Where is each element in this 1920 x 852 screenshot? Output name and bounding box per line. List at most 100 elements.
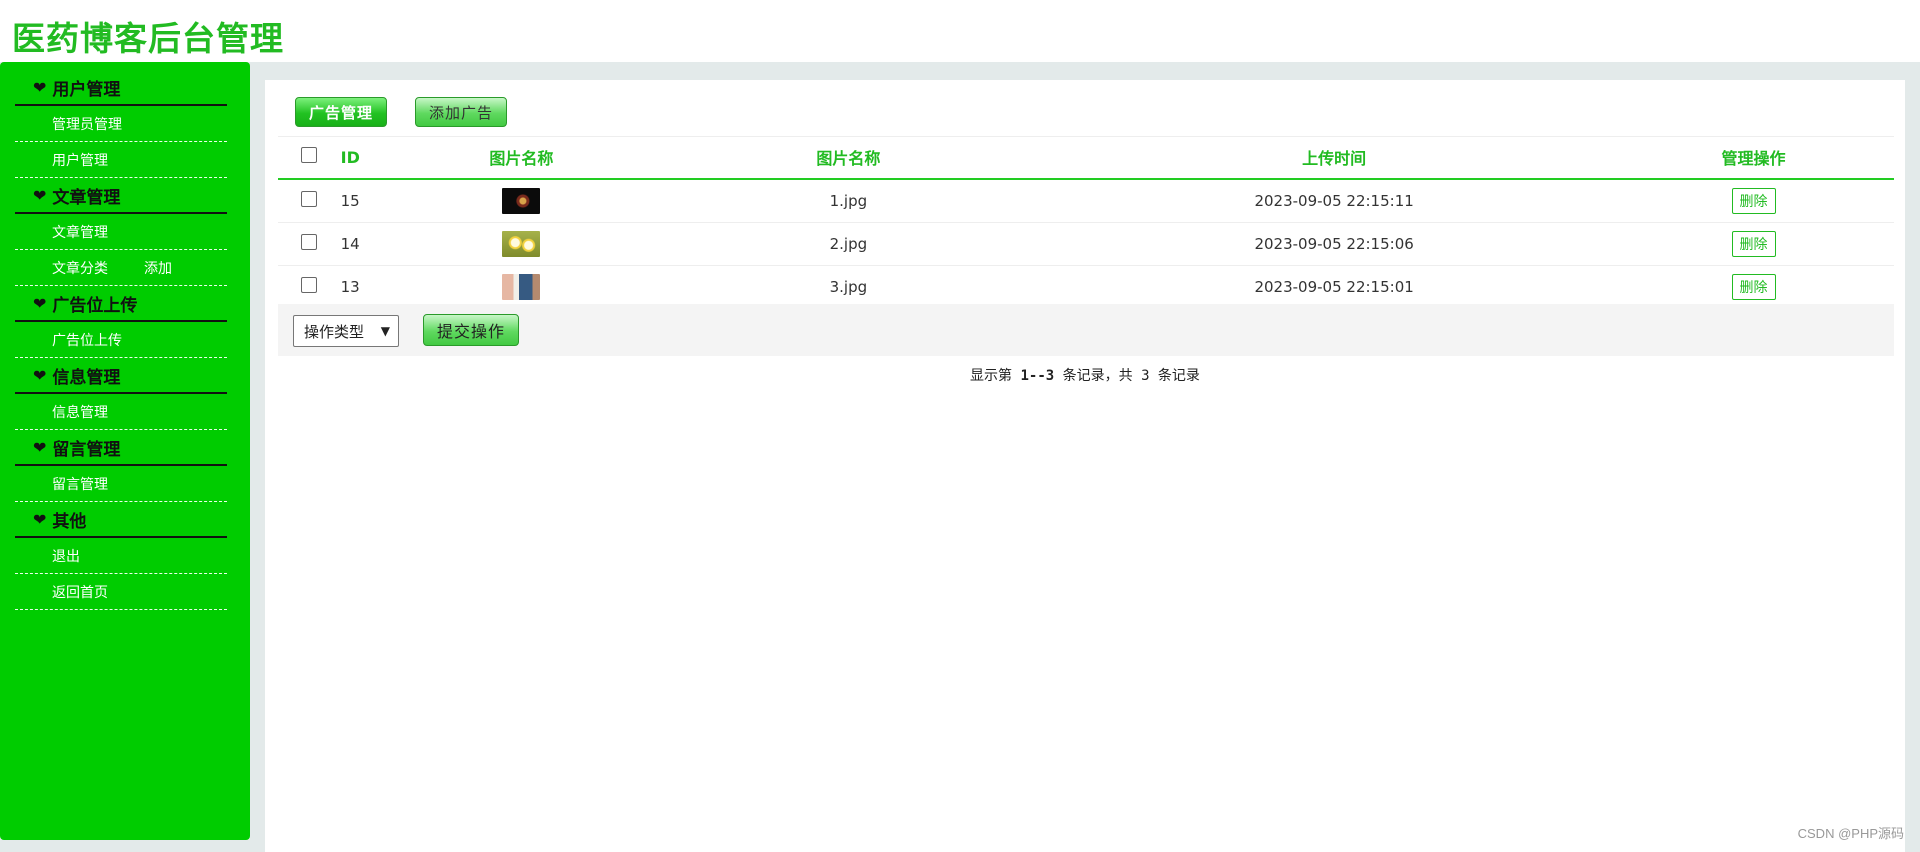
row-id: 14: [339, 222, 402, 266]
add-ad-button[interactable]: 添加广告: [415, 97, 507, 127]
sidebar-item-label: 广告位上传: [52, 332, 122, 349]
select-value: 操作类型: [304, 322, 365, 341]
heart-icon: ❤: [33, 365, 47, 385]
menu-group-header[interactable]: ❤ 留言管理: [15, 430, 227, 466]
sidebar-item-message-management[interactable]: 留言管理: [15, 466, 227, 502]
menu-group-other: ❤ 其他 退出 返回首页: [0, 502, 250, 610]
heart-icon: ❤: [33, 509, 47, 529]
sidebar-item-article-management[interactable]: 文章管理: [15, 214, 227, 250]
menu-group-header[interactable]: ❤ 其他: [15, 502, 227, 538]
menu-group-header[interactable]: ❤ 信息管理: [15, 358, 227, 394]
menu-group-user: ❤ 用户管理 管理员管理 用户管理: [0, 70, 250, 178]
table-row: 14 2.jpg 2023-09-05 22:15:06 删除: [278, 222, 1894, 266]
table-row: 13 3.jpg 2023-09-05 22:15:01 删除: [278, 265, 1894, 309]
menu-group-header[interactable]: ❤ 文章管理: [15, 178, 227, 214]
delete-button[interactable]: 删除: [1731, 188, 1776, 214]
pagination-total: 3: [1141, 368, 1150, 384]
menu-group-header[interactable]: ❤ 广告位上传: [15, 286, 227, 322]
watermark: CSDN @PHP源码: [1797, 826, 1904, 841]
menu-group-title: 其他: [52, 511, 87, 532]
row-ops-cell: 删除: [1613, 222, 1894, 266]
sidebar-item-user-management[interactable]: 用户管理: [15, 142, 227, 178]
row-image-name: 1.jpg: [641, 179, 1056, 223]
row-image-name: 3.jpg: [641, 265, 1056, 309]
sidebar-item-label: 文章管理: [52, 224, 108, 241]
menu-group-title: 用户管理: [52, 79, 121, 100]
add-category-link[interactable]: 添加: [144, 258, 172, 278]
submit-operation-button[interactable]: 提交操作: [423, 314, 519, 346]
app-title: 医药博客后台管理: [12, 19, 284, 58]
row-upload-time: 2023-09-05 22:15:11: [1055, 179, 1613, 223]
thumbnail-image: [502, 274, 541, 300]
menu-group-ad-upload: ❤ 广告位上传 广告位上传: [0, 286, 250, 358]
toolbar: 广告管理 添加广告: [295, 97, 507, 127]
row-thumbnail-cell: [401, 222, 642, 266]
header-name: 图片名称: [641, 136, 1056, 180]
header-operations: 管理操作: [1613, 136, 1894, 180]
header-image: 图片名称: [401, 136, 642, 180]
select-all-checkbox[interactable]: [300, 147, 317, 163]
pagination-prefix: 显示第: [970, 368, 1021, 384]
menu-group-message: ❤ 留言管理 留言管理: [0, 430, 250, 502]
menu-group-header[interactable]: ❤ 用户管理: [15, 70, 227, 106]
sidebar-item-logout[interactable]: 退出: [15, 538, 227, 574]
menu-group-title: 留言管理: [52, 439, 121, 460]
row-id: 13: [339, 265, 402, 309]
sidebar-item-admin-management[interactable]: 管理员管理: [15, 106, 227, 142]
sidebar-item-label: 退出: [52, 548, 80, 565]
delete-button[interactable]: 删除: [1731, 231, 1776, 257]
delete-button[interactable]: 删除: [1731, 274, 1776, 300]
pagination-suffix: 条记录: [1149, 368, 1200, 384]
menu-group-title: 文章管理: [52, 187, 121, 208]
heart-icon: ❤: [33, 185, 47, 205]
header-upload-time: 上传时间: [1055, 136, 1613, 180]
sidebar-item-label: 返回首页: [52, 584, 108, 601]
row-ops-cell: 删除: [1613, 179, 1894, 223]
row-select-cell: [278, 222, 340, 266]
row-image-name: 2.jpg: [641, 222, 1056, 266]
sidebar: ❤ 用户管理 管理员管理 用户管理 ❤ 文章管理 文章管理 文章分类 添加 ❤ …: [0, 62, 250, 840]
menu-group-info: ❤ 信息管理 信息管理: [0, 358, 250, 430]
sidebar-item-info-management[interactable]: 信息管理: [15, 394, 227, 430]
menu-group-article: ❤ 文章管理 文章管理 文章分类 添加: [0, 178, 250, 286]
heart-icon: ❤: [33, 77, 47, 97]
sidebar-item-label: 用户管理: [52, 152, 108, 169]
pagination-middle: 条记录，共: [1054, 368, 1142, 384]
sidebar-item-label: 文章分类: [52, 260, 108, 277]
menu-group-title: 广告位上传: [52, 295, 138, 316]
thumbnail-image: [502, 188, 541, 214]
heart-icon: ❤: [33, 437, 47, 457]
row-select-cell: [278, 265, 340, 309]
row-checkbox[interactable]: [300, 234, 317, 250]
menu-group-title: 信息管理: [52, 367, 121, 388]
ad-management-button[interactable]: 广告管理: [295, 97, 387, 127]
row-checkbox[interactable]: [300, 191, 317, 207]
sidebar-item-article-category[interactable]: 文章分类 添加: [15, 250, 227, 286]
row-select-cell: [278, 179, 340, 223]
table-header-row: ID 图片名称 图片名称 上传时间 管理操作: [278, 136, 1894, 180]
row-upload-time: 2023-09-05 22:15:01: [1055, 265, 1613, 309]
row-upload-time: 2023-09-05 22:15:06: [1055, 222, 1613, 266]
row-thumbnail-cell: [401, 265, 642, 309]
chevron-down-icon: ▼: [380, 324, 390, 338]
row-id: 15: [339, 179, 402, 223]
row-thumbnail-cell: [401, 179, 642, 223]
row-checkbox[interactable]: [300, 277, 317, 293]
header-id: ID: [339, 136, 402, 180]
table-row: 15 1.jpg 2023-09-05 22:15:11 删除: [278, 179, 1894, 223]
sidebar-item-back-home[interactable]: 返回首页: [15, 574, 227, 610]
sidebar-item-label: 管理员管理: [52, 116, 122, 133]
thumbnail-image: [502, 231, 541, 257]
header: 医药博客后台管理: [0, 0, 1920, 62]
sidebar-item-ad-upload[interactable]: 广告位上传: [15, 322, 227, 358]
pagination-info: 显示第 1--3 条记录，共 3 条记录: [265, 365, 1905, 385]
heart-icon: ❤: [33, 293, 47, 313]
pagination-range: 1--3: [1020, 368, 1055, 384]
ads-table: ID 图片名称 图片名称 上传时间 管理操作 15 1.jpg 2023-09-…: [278, 136, 1894, 309]
sidebar-item-label: 信息管理: [52, 404, 108, 421]
sidebar-item-label: 留言管理: [52, 476, 108, 493]
operation-type-select[interactable]: 操作类型 ▼: [293, 315, 399, 347]
row-ops-cell: 删除: [1613, 265, 1894, 309]
header-select-all-cell: [278, 136, 340, 180]
main-content: 广告管理 添加广告 ID 图片名称 图片名称 上传时间 管理操作 15 1.jp…: [265, 80, 1905, 852]
